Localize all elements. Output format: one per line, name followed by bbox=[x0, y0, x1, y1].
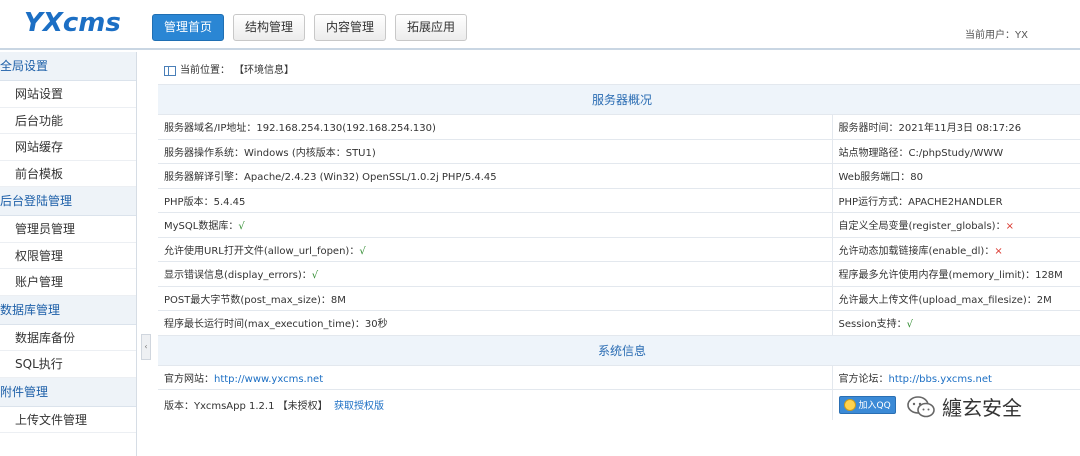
max-execution-time: 程序最长运行时间(max_execution_time)：30秒 bbox=[158, 310, 833, 335]
table-row: MySQL数据库：√ 自定义全局变量(register_globals)：× bbox=[158, 212, 1080, 237]
sidebar-item-site-settings[interactable]: 网站设置 bbox=[0, 81, 136, 108]
main-nav: 管理首页 结构管理 内容管理 拓展应用 bbox=[152, 14, 468, 41]
server-time: 服务器时间：2021年11月3日 08:17:26 bbox=[832, 114, 1080, 139]
server-ip: 服务器域名/IP地址：192.168.254.130(192.168.254.1… bbox=[158, 114, 833, 139]
allow-url-fopen: 允许使用URL打开文件(allow_url_fopen)：√ bbox=[158, 236, 833, 262]
forum-link[interactable]: http://bbs.yxcms.net bbox=[889, 374, 992, 385]
qq-button-label: 加入QQ bbox=[858, 401, 891, 412]
table-row: 允许使用URL打开文件(allow_url_fopen)：√ 允许动态加载链接库… bbox=[158, 236, 1080, 262]
sidebar: 全局设置 网站设置 后台功能 网站缓存 前台模板 后台登陆管理 管理员管理 权限… bbox=[0, 52, 137, 456]
watermark-text: 纏玄安全 bbox=[942, 396, 1022, 420]
table-row: 显示错误信息(display_errors)：√ 程序最多允许使用内存量(mem… bbox=[158, 261, 1080, 286]
main-content: 当前位置： 【环境信息】 服务器概况 服务器域名/IP地址：192.168.25… bbox=[158, 58, 1080, 420]
get-license-link[interactable]: 获取授权版 bbox=[334, 401, 384, 412]
sidebar-item-admin-functions[interactable]: 后台功能 bbox=[0, 108, 136, 134]
breadcrumb: 当前位置： 【环境信息】 bbox=[158, 58, 1080, 84]
sidebar-item-permissions[interactable]: 权限管理 bbox=[0, 243, 136, 269]
forum-label: 官方论坛： bbox=[838, 373, 889, 385]
php-version: PHP版本：5.4.45 bbox=[158, 187, 833, 213]
nav-home-button[interactable]: 管理首页 bbox=[152, 14, 225, 41]
post-max-size: POST最大字节数(post_max_size)：8M bbox=[158, 285, 833, 311]
breadcrumb-current: 【环境信息】 bbox=[234, 65, 294, 76]
info-table: 服务器概况 服务器域名/IP地址：192.168.254.130(192.168… bbox=[158, 84, 1080, 420]
enable-dl-label: 允许动态加载链接库(enable_dl)： bbox=[838, 245, 995, 257]
php-mode: PHP运行方式：APACHE2HANDLER bbox=[832, 187, 1080, 213]
sidebar-group-database[interactable]: 数据库管理 bbox=[0, 295, 136, 325]
qq-face-icon bbox=[843, 398, 856, 411]
sidebar-collapse-handle[interactable]: ‹ bbox=[141, 334, 151, 360]
site-path: 站点物理路径：C:/phpStudy/WWW bbox=[832, 138, 1080, 164]
sidebar-group-attachments[interactable]: 附件管理 bbox=[0, 377, 136, 407]
version-label: 版本：YxcmsApp 1.2.1 【未授权】 bbox=[164, 401, 328, 413]
table-row: 程序最长运行时间(max_execution_time)：30秒 Session… bbox=[158, 310, 1080, 335]
sidebar-item-sql-exec[interactable]: SQL执行 bbox=[0, 351, 136, 378]
system-section-title: 系统信息 bbox=[158, 334, 1080, 365]
register-globals-label: 自定义全局变量(register_globals)： bbox=[838, 221, 1006, 233]
server-engine: 服务器解译引擎：Apache/2.4.23 (Win32) OpenSSL/1.… bbox=[158, 163, 833, 188]
cross-mark: × bbox=[994, 245, 1003, 257]
sidebar-item-frontend-templates[interactable]: 前台模板 bbox=[0, 161, 136, 187]
sidebar-item-site-cache[interactable]: 网站缓存 bbox=[0, 134, 136, 161]
sidebar-item-upload-files[interactable]: 上传文件管理 bbox=[0, 407, 136, 433]
mysql-label: MySQL数据库： bbox=[164, 221, 239, 233]
version-info: 版本：YxcmsApp 1.2.1 【未授权】 获取授权版 bbox=[158, 389, 833, 420]
nav-structure-button[interactable]: 结构管理 bbox=[233, 14, 306, 41]
watermark: 纏玄安全 bbox=[906, 392, 1022, 421]
check-mark: √ bbox=[238, 221, 245, 233]
mysql-support: MySQL数据库：√ bbox=[158, 212, 833, 237]
upload-max-filesize: 允许最大上传文件(upload_max_filesize)：2M bbox=[832, 285, 1080, 311]
sidebar-item-admin-management[interactable]: 管理员管理 bbox=[0, 216, 136, 243]
breadcrumb-label: 当前位置： bbox=[180, 65, 230, 76]
table-row: POST最大字节数(post_max_size)：8M 允许最大上传文件(upl… bbox=[158, 285, 1080, 311]
enable-dl: 允许动态加载链接库(enable_dl)：× bbox=[832, 236, 1080, 262]
register-globals: 自定义全局变量(register_globals)：× bbox=[832, 212, 1080, 237]
server-os: 服务器操作系统：Windows (内核版本：STU1) bbox=[158, 138, 833, 164]
layout-icon bbox=[164, 66, 176, 76]
join-qq-button[interactable]: 加入QQ bbox=[838, 395, 896, 414]
sidebar-item-db-backup[interactable]: 数据库备份 bbox=[0, 325, 136, 351]
forum: 官方论坛：http://bbs.yxcms.net bbox=[832, 364, 1080, 390]
memory-limit: 程序最多允许使用内存量(memory_limit)：128M bbox=[832, 261, 1080, 286]
nav-extensions-button[interactable]: 拓展应用 bbox=[395, 14, 468, 41]
session-label: Session支持： bbox=[838, 319, 907, 331]
check-mark: √ bbox=[906, 319, 914, 331]
current-user: 当前用户：YX bbox=[965, 30, 1028, 41]
sidebar-group-admin-login[interactable]: 后台登陆管理 bbox=[0, 187, 136, 216]
sidebar-group-global-settings[interactable]: 全局设置 bbox=[0, 52, 136, 81]
official-site-label: 官方网站： bbox=[164, 373, 214, 385]
server-section-title: 服务器概况 bbox=[158, 84, 1080, 115]
allow-url-fopen-label: 允许使用URL打开文件(allow_url_fopen)： bbox=[164, 245, 360, 257]
sidebar-item-accounts[interactable]: 账户管理 bbox=[0, 269, 136, 296]
table-row: 服务器操作系统：Windows (内核版本：STU1) 站点物理路径：C:/ph… bbox=[158, 138, 1080, 164]
display-errors-label: 显示错误信息(display_errors)： bbox=[164, 270, 312, 282]
logo[interactable]: YXcms bbox=[24, 8, 121, 38]
top-header: YXcms 管理首页 结构管理 内容管理 拓展应用 当前用户：YX bbox=[0, 0, 1080, 50]
table-row: 服务器解译引擎：Apache/2.4.23 (Win32) OpenSSL/1.… bbox=[158, 163, 1080, 188]
table-row: PHP版本：5.4.45 PHP运行方式：APACHE2HANDLER bbox=[158, 187, 1080, 213]
cross-mark: × bbox=[1005, 221, 1014, 233]
table-row: 服务器域名/IP地址：192.168.254.130(192.168.254.1… bbox=[158, 114, 1080, 139]
official-site: 官方网站：http://www.yxcms.net bbox=[158, 364, 833, 390]
official-site-link[interactable]: http://www.yxcms.net bbox=[214, 374, 323, 385]
display-errors: 显示错误信息(display_errors)：√ bbox=[158, 261, 833, 286]
nav-content-button[interactable]: 内容管理 bbox=[314, 14, 387, 41]
table-row: 官方网站：http://www.yxcms.net 官方论坛：http://bb… bbox=[158, 364, 1080, 390]
session-support: Session支持：√ bbox=[832, 310, 1080, 335]
web-port: Web服务端口：80 bbox=[832, 163, 1080, 188]
check-mark: √ bbox=[359, 245, 366, 257]
wechat-icon bbox=[907, 395, 935, 417]
check-mark: √ bbox=[311, 270, 319, 282]
